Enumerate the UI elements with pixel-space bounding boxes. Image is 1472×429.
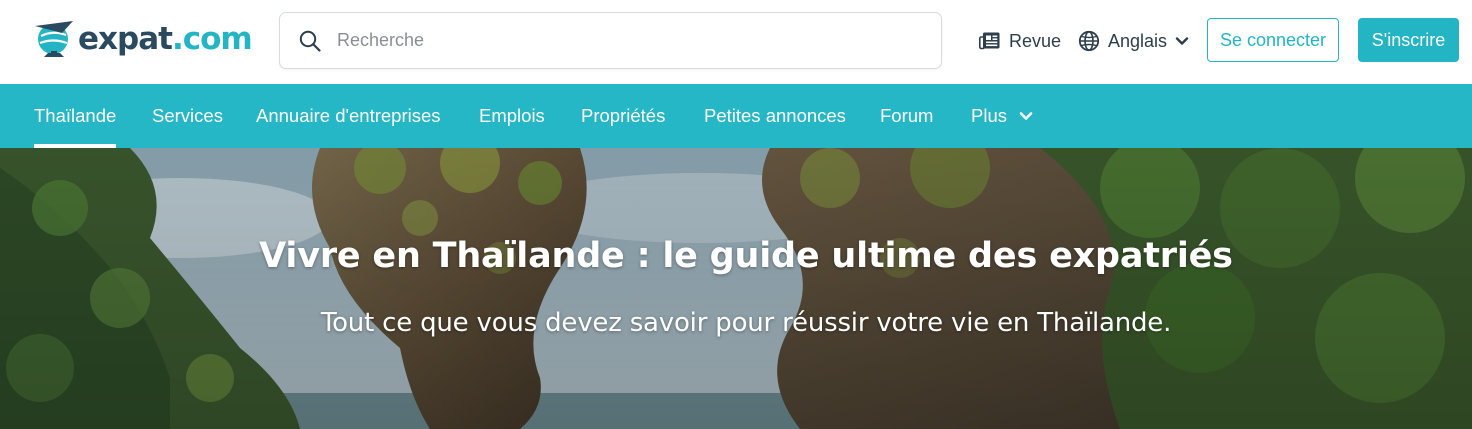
language-label: Anglais [1108,30,1168,51]
revue-label: Revue [1009,30,1062,51]
login-button[interactable]: Se connecter [1207,18,1339,62]
nav-item-services[interactable]: Services [152,84,223,148]
chevron-down-icon [1175,37,1189,45]
hero-subtitle: Tout ce que vous devez savoir pour réuss… [320,308,1172,338]
nav-item-forum[interactable]: Forum [880,84,933,148]
nav-item-emplois[interactable]: Emplois [479,84,545,148]
nav-item-thailande[interactable]: Thaïlande [34,84,117,148]
nav-item-annuaire-entreprises[interactable]: Annuaire d'entreprises [256,84,441,148]
search-input[interactable] [337,13,927,68]
nav-item-plus-label: Plus [971,105,1007,126]
search-box [279,12,942,69]
chevron-down-icon [1019,112,1033,120]
newspaper-icon [979,32,1000,50]
nav-item-plus[interactable]: Plus [971,84,1033,148]
globe-icon [1078,30,1100,52]
language-selector[interactable]: Anglais [1078,26,1189,56]
logo-wordmark-main: expat [78,20,173,57]
signup-button[interactable]: S'inscrire [1358,18,1459,62]
search-icon[interactable] [298,29,322,53]
nav-item-proprietes[interactable]: Propriétés [581,84,665,148]
hero-background-image [0,148,1472,429]
logo-wordmark-suffix: .com [171,20,253,57]
logo-wordmark: expat.com [78,20,253,57]
hero-banner: Vivre en Thaïlande : le guide ultime des… [0,148,1472,429]
globe-plane-logo-icon [35,21,73,57]
expat-logo[interactable]: expat.com [32,14,253,64]
top-header: expat.com Revue Anglais [0,0,1472,84]
revue-link[interactable]: Revue [979,26,1061,56]
hero-title: Vivre en Thaïlande : le guide ultime des… [259,236,1233,276]
main-nav: Thaïlande Services Annuaire d'entreprise… [0,84,1472,148]
nav-item-petites-annonces[interactable]: Petites annonces [704,84,846,148]
